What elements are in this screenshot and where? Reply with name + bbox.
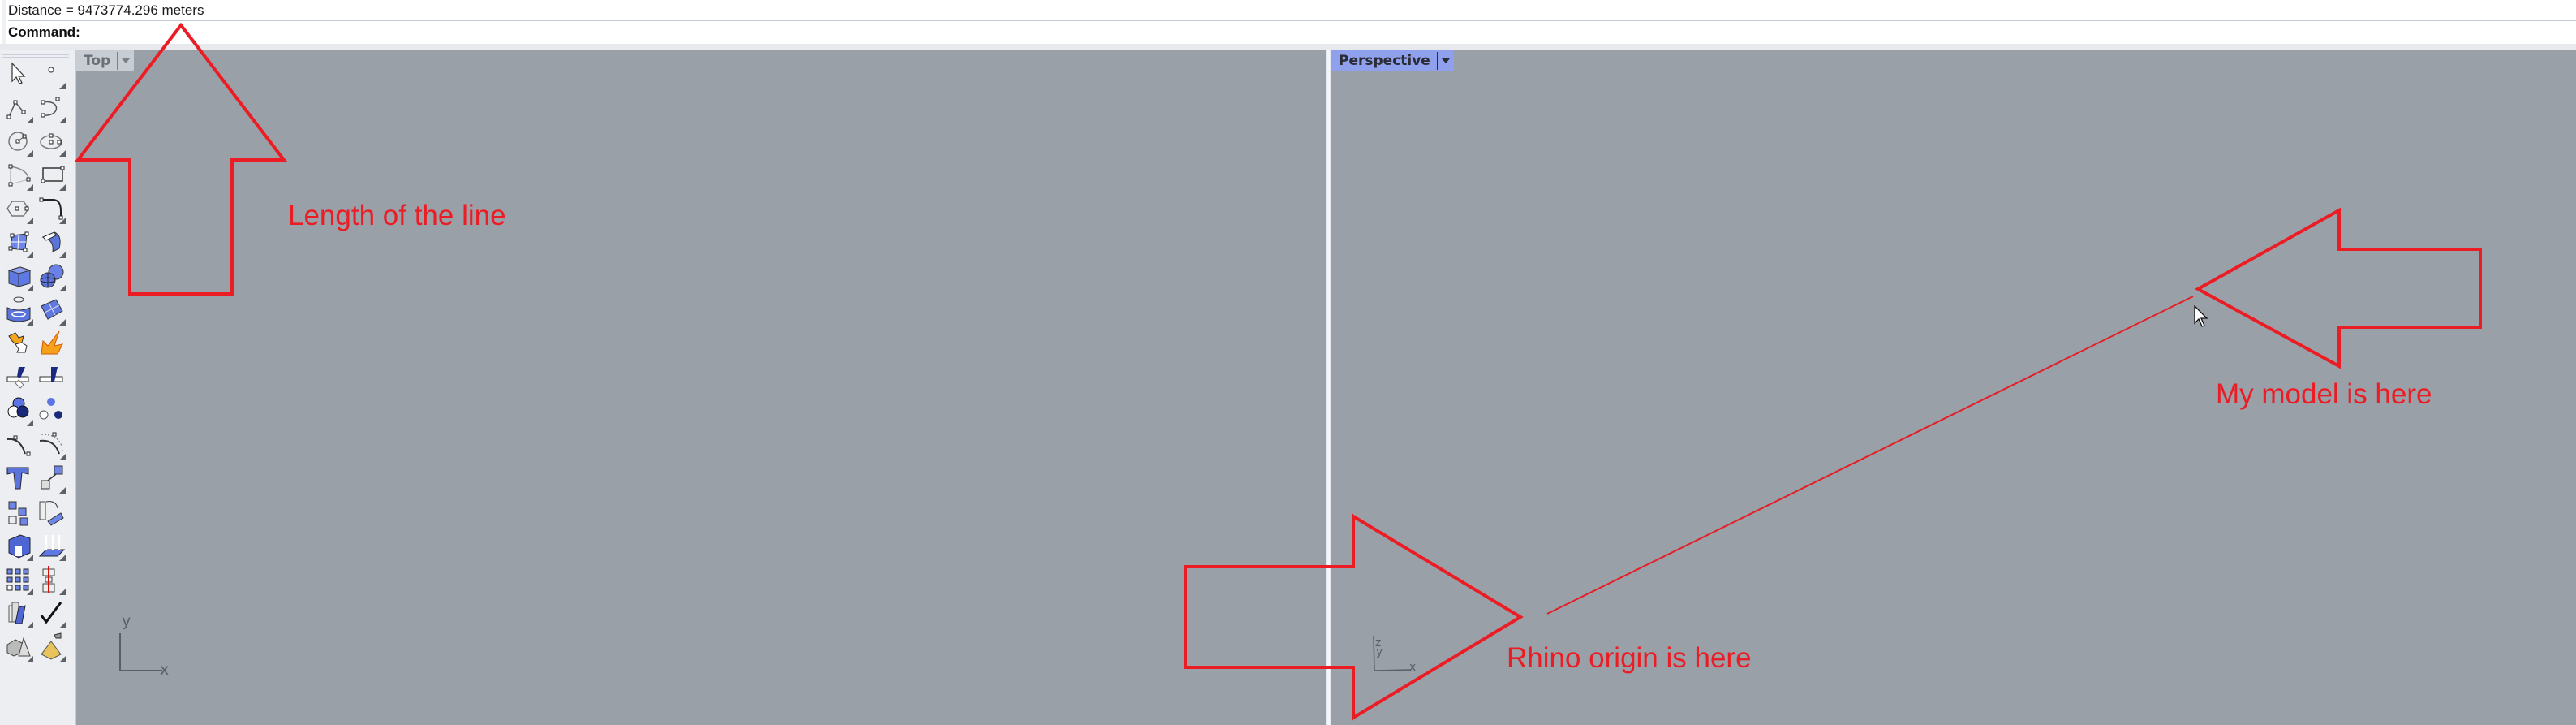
command-separator bbox=[8, 20, 2576, 21]
tool-button-ellipse[interactable] bbox=[37, 126, 66, 157]
tool-button-offset-curve[interactable] bbox=[37, 429, 66, 460]
tool-button-render-primitives[interactable] bbox=[4, 632, 33, 662]
tool-button-surface-from-points[interactable] bbox=[4, 227, 33, 258]
toolbar-strip bbox=[0, 44, 2576, 50]
flyout-indicator-icon[interactable] bbox=[59, 622, 66, 628]
command-area: Distance = 9473774.296 meters Command: bbox=[0, 0, 2576, 44]
flyout-indicator-icon[interactable] bbox=[27, 183, 33, 191]
split-icon bbox=[39, 366, 63, 382]
axis-label-x: x bbox=[1409, 661, 1417, 674]
command-history-line: Distance = 9473774.296 meters bbox=[8, 2, 204, 18]
command-prompt-label: Command: bbox=[8, 24, 80, 40]
flyout-indicator-icon[interactable] bbox=[27, 622, 33, 628]
flyout-indicator-icon[interactable] bbox=[59, 285, 66, 291]
axis-label-y: y bbox=[1376, 645, 1383, 658]
select-icon bbox=[11, 62, 26, 84]
tool-button-grid-array[interactable] bbox=[4, 564, 33, 595]
tool-button-sphere[interactable] bbox=[37, 261, 66, 291]
flyout-indicator-icon[interactable] bbox=[59, 555, 66, 561]
flyout-indicator-icon[interactable] bbox=[59, 83, 66, 89]
tool-button-curve[interactable] bbox=[37, 93, 66, 123]
axis-label-y: y bbox=[122, 612, 131, 630]
flyout-indicator-icon[interactable] bbox=[27, 150, 33, 157]
flyout-indicator-icon[interactable] bbox=[59, 251, 66, 258]
tool-button-solid-edit[interactable] bbox=[4, 530, 33, 561]
tool-button-explode[interactable] bbox=[37, 328, 66, 359]
tool-button-arc[interactable] bbox=[4, 160, 33, 191]
flyout-indicator-icon[interactable] bbox=[59, 318, 66, 326]
mouse-cursor-icon bbox=[2194, 305, 2208, 327]
tool-button-split[interactable] bbox=[37, 362, 66, 393]
tool-button-text[interactable] bbox=[4, 463, 33, 494]
boolean-union-icon bbox=[8, 332, 28, 353]
tool-button-mesh[interactable] bbox=[37, 295, 66, 326]
tool-button-select[interactable] bbox=[4, 58, 33, 89]
annotation-model: My model is here bbox=[2216, 378, 2432, 410]
trim-icon bbox=[6, 366, 29, 389]
flyout-indicator-icon[interactable] bbox=[27, 285, 33, 291]
flyout-indicator-icon[interactable] bbox=[59, 588, 66, 595]
flyout-indicator-icon[interactable] bbox=[27, 251, 33, 258]
flyout-indicator-icon[interactable] bbox=[27, 555, 33, 561]
tool-button-dimension[interactable] bbox=[37, 564, 66, 595]
flyout-indicator-icon[interactable] bbox=[27, 420, 33, 426]
tool-button-boolean[interactable] bbox=[4, 395, 33, 426]
flyout-indicator-icon[interactable] bbox=[59, 116, 66, 123]
group-icon bbox=[39, 398, 62, 420]
tool-button-array[interactable] bbox=[4, 497, 33, 528]
tool-button-fillet-edge[interactable] bbox=[4, 429, 33, 460]
fillet-edge-icon bbox=[6, 435, 31, 455]
tool-button-polyline[interactable] bbox=[4, 93, 33, 123]
tool-button-fillet-curve[interactable] bbox=[37, 193, 66, 224]
axis-label-x: x bbox=[160, 661, 170, 679]
tool-button-rotate[interactable] bbox=[37, 497, 66, 528]
flyout-indicator-icon[interactable] bbox=[27, 318, 33, 326]
flyout-indicator-icon[interactable] bbox=[27, 218, 33, 224]
flyout-indicator-icon[interactable] bbox=[59, 218, 66, 224]
flyout-indicator-icon[interactable] bbox=[59, 655, 66, 662]
sidebar-toolbar bbox=[0, 50, 75, 725]
annotation-origin: Rhino origin is here bbox=[1507, 642, 1752, 674]
tool-button-point[interactable] bbox=[37, 58, 66, 89]
flyout-indicator-icon[interactable] bbox=[59, 487, 66, 494]
text-icon bbox=[6, 467, 29, 490]
flyout-indicator-icon[interactable] bbox=[59, 150, 66, 157]
tool-button-check[interactable] bbox=[37, 598, 66, 628]
tool-button-project[interactable] bbox=[37, 530, 66, 561]
tool-button-move[interactable] bbox=[37, 463, 66, 494]
tool-button-rectangle[interactable] bbox=[37, 160, 66, 191]
tool-button-boolean-union[interactable] bbox=[4, 328, 33, 359]
flyout-indicator-icon[interactable] bbox=[59, 453, 66, 460]
tool-button-render-pyramid[interactable] bbox=[37, 632, 66, 662]
flyout-indicator-icon[interactable] bbox=[27, 588, 33, 595]
tool-button-polygon[interactable] bbox=[4, 193, 33, 224]
viewport-top[interactable]: Top y x bbox=[76, 50, 1326, 725]
tool-button-trim[interactable] bbox=[4, 362, 33, 393]
flyout-indicator-icon[interactable] bbox=[27, 655, 33, 662]
flyout-indicator-icon[interactable] bbox=[27, 116, 33, 123]
explode-icon bbox=[41, 330, 63, 355]
world-axes-icon bbox=[119, 633, 162, 671]
annotation-length: Length of the line bbox=[288, 200, 506, 231]
command-area-grip[interactable] bbox=[2, 0, 6, 44]
tool-button-analyze[interactable] bbox=[4, 598, 33, 628]
command-input[interactable] bbox=[89, 23, 2445, 43]
toolbar-grip[interactable] bbox=[2, 54, 69, 58]
array-icon bbox=[8, 501, 28, 525]
rotate-icon bbox=[39, 500, 64, 526]
tool-button-extrude-surface[interactable] bbox=[37, 227, 66, 258]
tool-button-group[interactable] bbox=[37, 395, 66, 426]
tool-button-circle[interactable] bbox=[4, 126, 33, 157]
viewport-divider[interactable] bbox=[1326, 50, 1331, 725]
tool-button-extrude-curve[interactable] bbox=[4, 295, 33, 326]
flyout-indicator-icon[interactable] bbox=[59, 183, 66, 191]
tool-button-box[interactable] bbox=[4, 261, 33, 291]
